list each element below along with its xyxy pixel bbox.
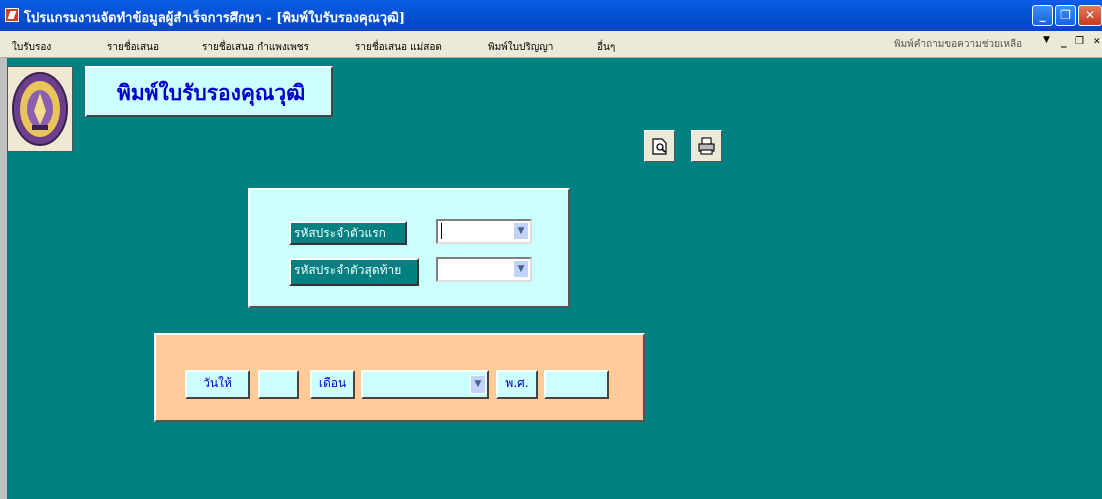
printer-icon: [698, 137, 715, 155]
title-bar: โปรแกรมงานจัดทำข้อมูลผู้สำเร็จการศึกษา -…: [0, 0, 1102, 31]
help-placeholder: พิมพ์คำถามขอความช่วยเหลือ: [894, 39, 1023, 50]
chevron-down-icon[interactable]: ▼: [513, 222, 529, 240]
help-search-box[interactable]: พิมพ์คำถามขอความช่วยเหลือ ▼: [894, 33, 1054, 53]
menu-item-print-degree[interactable]: พิมพ์ใบปริญญา: [488, 40, 553, 55]
mdi-close-button[interactable]: ✕: [1093, 37, 1101, 47]
form-title: พิมพ์ใบรับรองคุณวุฒิ: [117, 80, 306, 105]
print-button[interactable]: [691, 130, 722, 162]
restore-button[interactable]: ❐: [1055, 5, 1076, 26]
year-label: พ.ศ.: [496, 370, 538, 399]
form-title-box: พิมพ์ใบรับรองคุณวุฒิ: [85, 66, 333, 117]
app-icon: [5, 8, 19, 22]
month-label: เดือน: [310, 370, 355, 399]
close-button[interactable]: ✕: [1078, 5, 1102, 26]
menu-item-others[interactable]: อื่นๆ: [597, 40, 615, 55]
menu-item-names-maesot[interactable]: รายชื่อเสนอ แม่สอด: [355, 40, 442, 55]
minimize-button[interactable]: _: [1032, 5, 1053, 26]
print-preview-icon: [652, 138, 667, 155]
university-logo: [7, 66, 73, 152]
menu-item-certificate[interactable]: ใบรับรอง: [12, 40, 51, 55]
month-select[interactable]: ▼: [361, 370, 489, 399]
chevron-down-icon[interactable]: ▼: [513, 260, 529, 278]
last-id-select[interactable]: ▼: [436, 257, 532, 282]
id-range-panel: [248, 188, 570, 308]
issue-date-label: วันให้: [185, 370, 250, 399]
menu-item-names-kamphaengphet[interactable]: รายชื่อเสนอ กำแพงเพชร: [202, 40, 309, 55]
year-input[interactable]: [544, 370, 609, 399]
print-preview-button[interactable]: [644, 130, 675, 162]
first-id-select[interactable]: ▼: [436, 219, 532, 244]
first-id-label: รหัสประจำตัวแรก: [289, 221, 407, 245]
university-seal-icon: [12, 72, 68, 146]
window-title: โปรแกรมงานจัดทำข้อมูลผู้สำเร็จการศึกษา -…: [24, 11, 405, 26]
mdi-minimize-button[interactable]: _: [1061, 35, 1067, 48]
chevron-down-icon[interactable]: ▼: [1043, 35, 1050, 45]
chevron-down-icon[interactable]: ▼: [470, 375, 486, 394]
day-input[interactable]: [258, 370, 299, 399]
last-id-label: รหัสประจำตัวสุดท้าย: [289, 258, 419, 286]
menu-item-names[interactable]: รายชื่อเสนอ: [107, 40, 159, 55]
mdi-restore-button[interactable]: ❐: [1075, 36, 1084, 47]
